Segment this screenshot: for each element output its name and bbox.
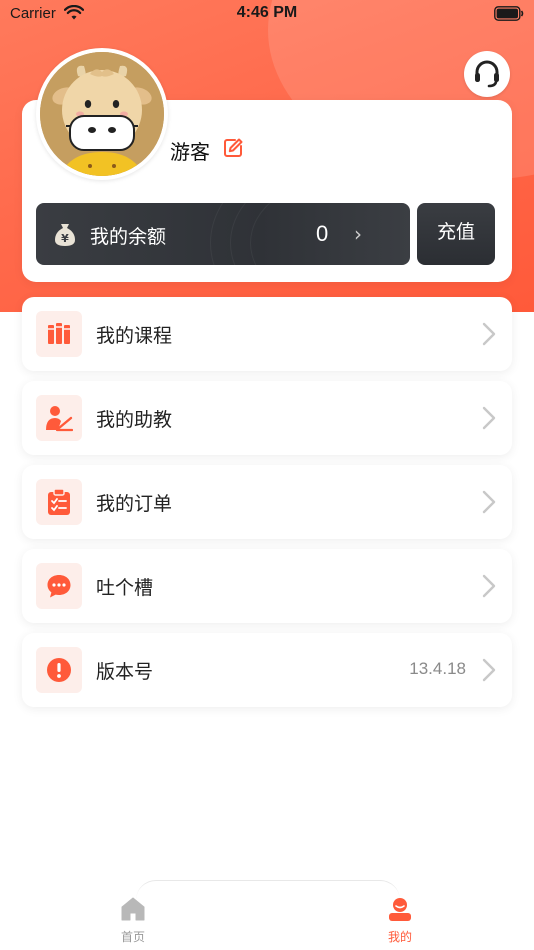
chevron-right-icon	[482, 658, 496, 682]
menu-item-feedback[interactable]: 吐个槽	[22, 549, 512, 623]
teacher-icon	[46, 406, 73, 432]
menu-icon-wrapper	[36, 311, 82, 357]
recharge-button[interactable]: 充值	[417, 203, 495, 265]
balance-value: 0	[316, 221, 329, 246]
menu-item-orders[interactable]: 我的订单	[22, 465, 512, 539]
money-bag-icon: ¥	[55, 224, 75, 246]
clock: 4:46 PM	[236, 4, 298, 21]
chevron-right-icon: ›	[354, 222, 362, 246]
balance-decoration	[250, 203, 410, 265]
headset-icon	[475, 60, 499, 88]
tab-bar: 首页 我的	[0, 878, 534, 950]
chevron-right-icon	[482, 490, 496, 514]
menu-item-label: 我的助教	[96, 409, 173, 431]
clipboard-icon	[48, 488, 70, 515]
balance-card[interactable]: ¥ 我的余额 0 ›	[36, 203, 410, 265]
cow-avatar-icon	[40, 52, 164, 176]
customer-service-button[interactable]	[464, 51, 510, 97]
chevron-right-icon	[482, 322, 496, 346]
menu-item-courses[interactable]: 我的课程	[22, 297, 512, 371]
tab-label: 首页	[120, 930, 145, 944]
status-bar: Carrier 4:46 PM	[0, 0, 534, 28]
version-number: 13.4.18	[409, 659, 466, 678]
chevron-right-icon	[482, 574, 496, 598]
menu-icon-wrapper	[36, 563, 82, 609]
tab-mine[interactable]: 我的	[360, 896, 440, 945]
tab-label: 我的	[387, 930, 412, 944]
username: 游客	[170, 140, 210, 164]
screen: Carrier 4:46 PM 游客 ¥ 我的余额 0 › 充值 我的课程 我的…	[0, 0, 534, 950]
menu-item-version[interactable]: 版本号 13.4.18	[22, 633, 512, 707]
menu-item-label: 吐个槽	[96, 577, 154, 599]
home-icon	[121, 897, 145, 921]
menu-icon-wrapper	[36, 479, 82, 525]
battery-icon	[494, 6, 524, 21]
edit-icon[interactable]	[222, 137, 244, 159]
menu-item-label: 我的课程	[96, 325, 173, 347]
avatar-image	[40, 52, 164, 176]
menu-icon-wrapper	[36, 395, 82, 441]
balance-label: 我的余额	[90, 226, 167, 248]
chat-bubble-icon	[47, 575, 71, 598]
menu-item-label: 版本号	[96, 661, 154, 683]
user-icon	[389, 898, 411, 921]
tab-home[interactable]: 首页	[93, 896, 173, 945]
menu-icon-wrapper	[36, 647, 82, 693]
chevron-right-icon	[482, 406, 496, 430]
avatar[interactable]	[36, 48, 168, 180]
svg-text:¥: ¥	[61, 232, 69, 245]
menu-item-assistant[interactable]: 我的助教	[22, 381, 512, 455]
exclamation-icon	[47, 658, 71, 682]
menu-item-label: 我的订单	[96, 493, 173, 515]
books-icon	[48, 323, 70, 344]
